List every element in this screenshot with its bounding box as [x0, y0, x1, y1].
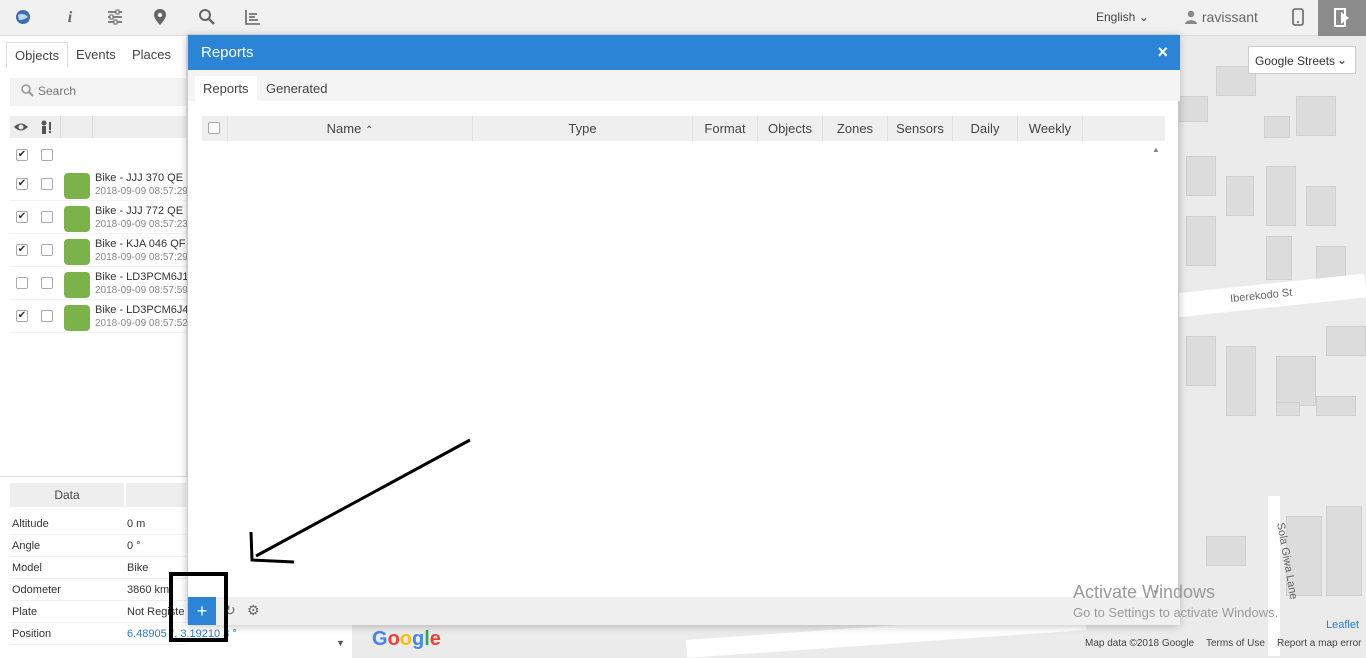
annotation-arrow [249, 438, 471, 564]
annotation-highlight-box [169, 572, 228, 642]
